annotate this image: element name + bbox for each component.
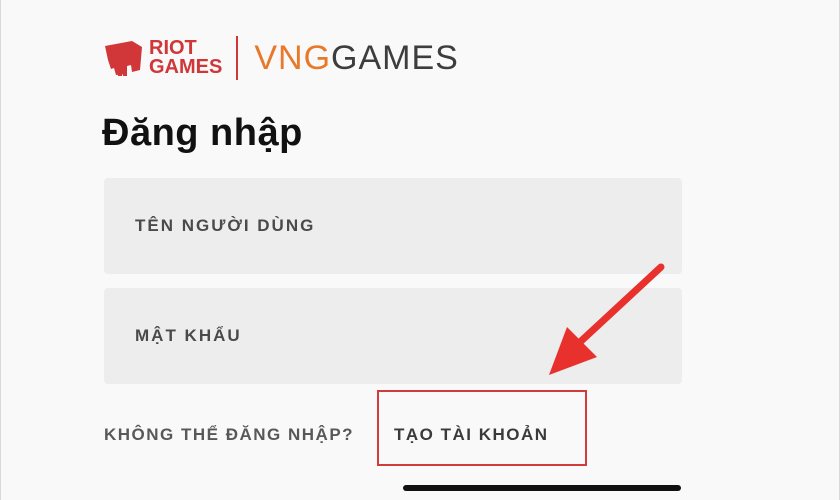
login-screen: RIOT GAMES VNG GAMES Đăng nhập TÊN NGƯỜI… [0,0,840,500]
vnggames-logo: VNG GAMES [254,41,459,75]
logo-divider [236,36,239,80]
riot-games-logo: RIOT GAMES [102,38,222,78]
create-account-highlight [377,390,587,466]
username-placeholder: TÊN NGƯỜI DÙNG [135,216,316,235]
games-wordmark: GAMES [331,39,459,77]
vng-wordmark: VNG [254,39,332,77]
brand-logos: RIOT GAMES VNG GAMES [102,36,459,80]
password-placeholder: MẬT KHẨU [135,326,242,345]
red-arrow-icon [549,263,665,375]
riot-wordmark: RIOT GAMES [149,38,223,78]
cant-login-link[interactable]: KHÔNG THỂ ĐĂNG NHẬP? [104,425,354,445]
page-title: Đăng nhập [102,112,303,154]
home-indicator [403,485,681,491]
riot-fist-icon [105,41,142,76]
riot-wordmark-line2: GAMES [149,56,223,78]
